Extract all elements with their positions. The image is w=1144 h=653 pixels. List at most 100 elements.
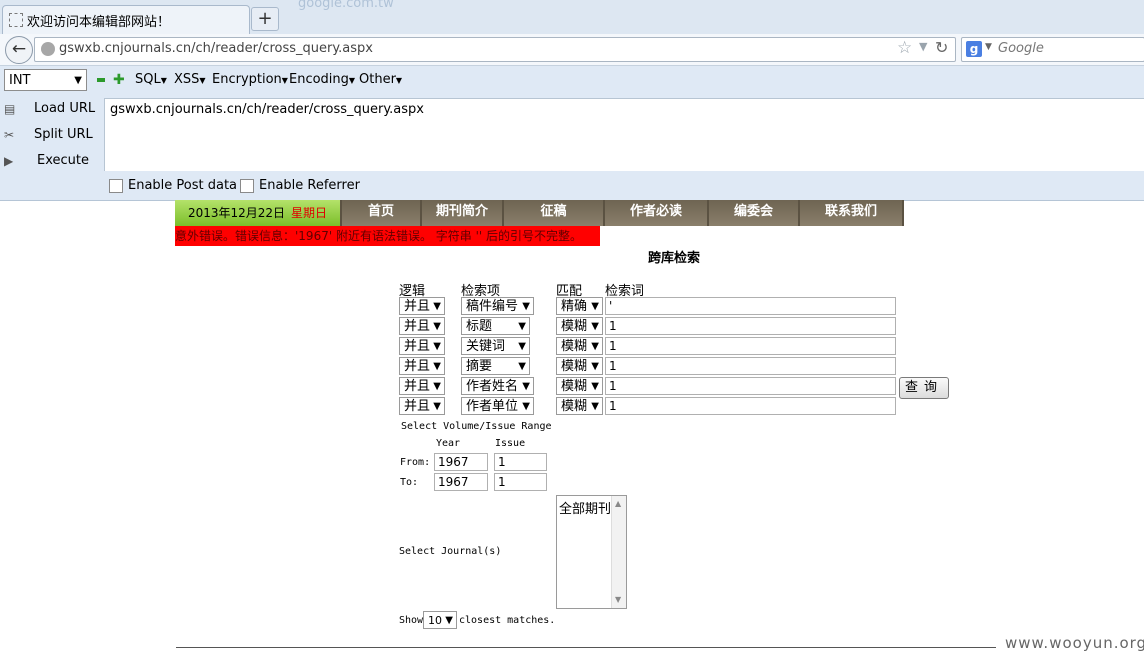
google-icon[interactable]: g — [966, 41, 982, 57]
search-placeholder[interactable]: Google — [998, 41, 1044, 56]
term-input[interactable]: 1 — [605, 397, 896, 415]
field-select[interactable]: 作者单位 ▼ — [461, 397, 534, 415]
select-value: 作者姓名 — [466, 379, 519, 394]
match-select[interactable]: 模糊 ▼ — [556, 397, 603, 415]
match-select[interactable]: 模糊 ▼ — [556, 377, 603, 395]
new-tab-button[interactable]: + — [251, 7, 279, 31]
minus-icon[interactable] — [97, 78, 105, 82]
plus-icon[interactable]: ✚ — [113, 73, 125, 87]
journal-label: Select Journal(s) — [399, 546, 502, 557]
field-select[interactable]: 摘要 ▼ — [461, 357, 530, 375]
to-issue-input[interactable]: 1 — [494, 473, 547, 491]
chevron-down-icon: ▼ — [522, 381, 530, 392]
chevron-down-icon: ▼ — [518, 341, 526, 352]
chevron-down-icon: ▼ — [522, 301, 530, 312]
menu-sql[interactable]: SQL▼ — [135, 72, 167, 87]
nav-author-guide[interactable]: 作者必读 — [603, 200, 707, 226]
term-input[interactable]: 1 — [605, 357, 896, 375]
nav-contact-us[interactable]: 联系我们 — [798, 200, 904, 226]
chevron-down-icon: ▼ — [518, 361, 526, 372]
logic-select[interactable]: 并且 ▼ — [399, 397, 445, 415]
browser-tab[interactable]: 欢迎访问本编辑部网站！ — [2, 5, 250, 34]
divider — [176, 647, 996, 648]
tab-bar: google.com.tw 欢迎访问本编辑部网站！ + — [0, 0, 1144, 35]
menu-encoding[interactable]: Encoding▼ — [289, 72, 355, 87]
engine-dropdown-icon[interactable]: ▼ — [985, 42, 992, 52]
load-url-button[interactable]: ▤ Load URL — [0, 98, 104, 122]
match-select[interactable]: 模糊 ▼ — [556, 357, 603, 375]
field-select[interactable]: 标题 ▼ — [461, 317, 530, 335]
field-select[interactable]: 稿件编号 ▼ — [461, 297, 534, 315]
matches-label: closest matches. — [459, 615, 556, 626]
menu-label: Encryption — [212, 72, 282, 87]
term-input[interactable]: 1 — [605, 337, 896, 355]
chevron-down-icon: ▼ — [591, 401, 599, 412]
select-value: 并且 — [404, 319, 431, 334]
reload-icon[interactable]: ↻ — [935, 38, 948, 57]
select-value: 模糊 — [561, 339, 588, 354]
from-year-input[interactable]: 1967 — [434, 453, 488, 471]
menu-xss[interactable]: XSS▼ — [174, 72, 206, 87]
range-title: Select Volume/Issue Range — [401, 421, 552, 432]
to-year-input[interactable]: 1967 — [434, 473, 488, 491]
show-count-select[interactable]: 10 ▼ — [423, 611, 457, 629]
journal-option[interactable]: 全部期刊 — [559, 498, 611, 517]
nav-journal-intro[interactable]: 期刊简介 — [420, 200, 502, 226]
scroll-down-icon[interactable]: ▼ — [615, 595, 621, 604]
logic-select[interactable]: 并且 ▼ — [399, 357, 445, 375]
chevron-down-icon: ▼ — [591, 321, 599, 332]
enable-referrer-checkbox[interactable] — [240, 179, 254, 193]
field-select[interactable]: 关键词 ▼ — [461, 337, 530, 355]
menu-label: XSS — [174, 72, 200, 87]
tab-title: 欢迎访问本编辑部网站！ — [27, 15, 171, 30]
menu-other[interactable]: Other▼ — [359, 72, 402, 87]
hackbar-select[interactable]: INT ▼ — [4, 69, 87, 91]
chevron-down-icon: ▼ — [433, 321, 441, 332]
hackbar-url-value[interactable]: gswxb.cnjournals.cn/ch/reader/cross_quer… — [110, 102, 424, 117]
search-box[interactable]: g ▼ Google — [961, 37, 1144, 62]
term-input[interactable]: 1 — [605, 317, 896, 335]
query-button[interactable]: 查询 — [899, 377, 949, 399]
listbox-scrollbar[interactable]: ▲ ▼ — [611, 496, 626, 608]
ghost-url-text: google.com.tw — [298, 0, 394, 11]
menu-encryption[interactable]: Encryption▼ — [212, 72, 288, 87]
field-select[interactable]: 作者姓名 ▼ — [461, 377, 534, 395]
execute-button[interactable]: ▶ Execute — [0, 150, 104, 174]
select-value: 模糊 — [561, 359, 588, 374]
enable-post-checkbox[interactable] — [109, 179, 123, 193]
chevron-down-icon: ▼ — [433, 361, 441, 372]
nav-call-for-papers[interactable]: 征稿 — [502, 200, 603, 226]
hackbar-url-textarea[interactable]: gswxb.cnjournals.cn/ch/reader/cross_quer… — [104, 98, 1144, 171]
history-dropdown-icon[interactable]: ▼ — [919, 40, 927, 53]
show-label: Show — [399, 615, 424, 626]
select-value: 模糊 — [561, 399, 588, 414]
enable-referrer-label[interactable]: Enable Referrer — [259, 178, 360, 193]
scroll-up-icon[interactable]: ▲ — [615, 499, 621, 508]
term-input[interactable]: ' — [605, 297, 896, 315]
bookmark-star-icon[interactable]: ☆ — [897, 38, 912, 58]
chevron-down-icon: ▼ — [591, 301, 599, 312]
match-select[interactable]: 精确 ▼ — [556, 297, 603, 315]
journal-listbox[interactable]: 全部期刊 ▲ ▼ — [556, 495, 627, 609]
logic-select[interactable]: 并且 ▼ — [399, 297, 445, 315]
nav-editorial-board[interactable]: 编委会 — [707, 200, 798, 226]
split-url-button[interactable]: ✂ Split URL — [0, 124, 104, 148]
select-value: 作者单位 — [466, 399, 519, 414]
select-value: 并且 — [404, 299, 431, 314]
select-value: 模糊 — [561, 319, 588, 334]
url-text[interactable]: gswxb.cnjournals.cn/ch/reader/cross_quer… — [59, 41, 373, 56]
logic-select[interactable]: 并且 ▼ — [399, 337, 445, 355]
back-button[interactable]: ← — [5, 36, 33, 64]
match-select[interactable]: 模糊 ▼ — [556, 317, 603, 335]
term-input[interactable]: 1 — [605, 377, 896, 395]
chevron-down-icon: ▼ — [522, 401, 530, 412]
logic-select[interactable]: 并且 ▼ — [399, 377, 445, 395]
match-select[interactable]: 模糊 ▼ — [556, 337, 603, 355]
enable-post-label[interactable]: Enable Post data — [128, 178, 237, 193]
logic-select[interactable]: 并且 ▼ — [399, 317, 445, 335]
page-title: 跨库检索 — [648, 251, 701, 266]
nav-home[interactable]: 首页 — [340, 200, 420, 226]
execute-label: Execute — [37, 153, 89, 168]
url-bar[interactable]: gswxb.cnjournals.cn/ch/reader/cross_quer… — [34, 37, 956, 62]
from-issue-input[interactable]: 1 — [494, 453, 547, 471]
